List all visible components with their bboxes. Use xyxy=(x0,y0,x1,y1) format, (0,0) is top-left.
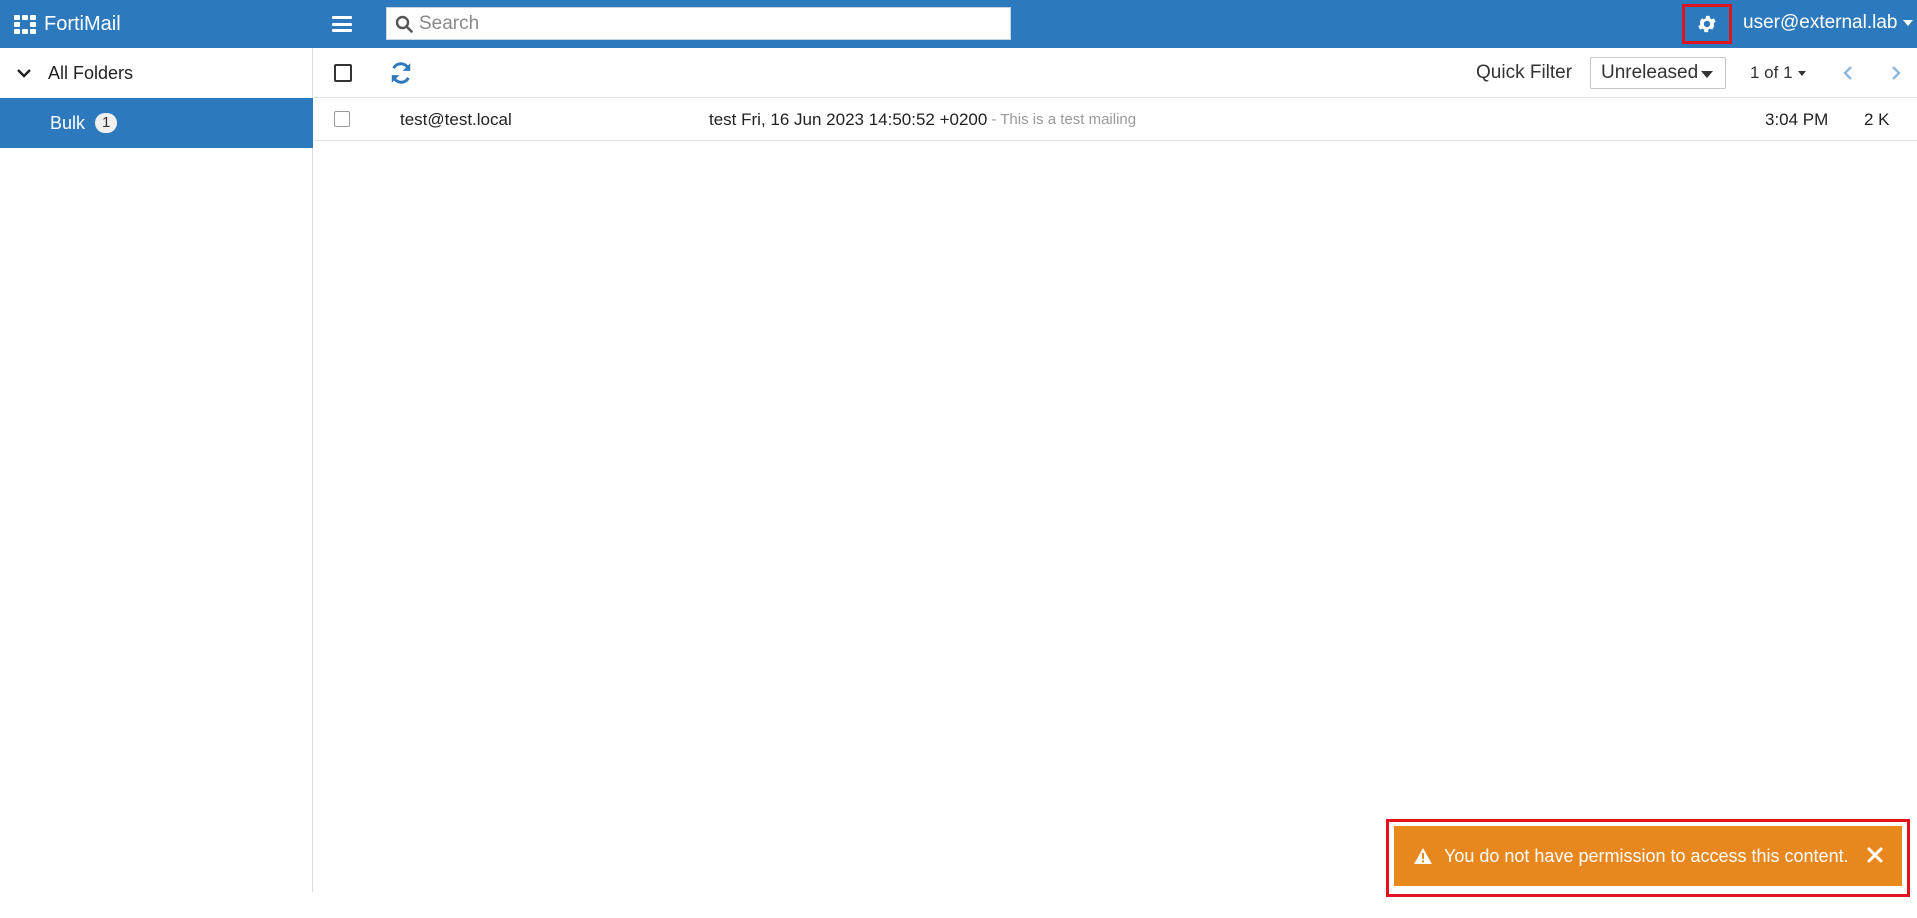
permission-toast: You do not have permission to access thi… xyxy=(1394,826,1902,886)
top-bar: FortiMail user@external.lab xyxy=(0,0,1917,48)
prev-page-icon[interactable] xyxy=(1838,63,1858,83)
app-title: FortiMail xyxy=(44,12,121,35)
chevron-down-icon xyxy=(1903,20,1914,26)
search-input[interactable] xyxy=(419,12,1010,35)
toast-message: You do not have permission to access thi… xyxy=(1444,845,1849,866)
all-folders-toggle[interactable]: All Folders xyxy=(0,48,313,98)
sidebar-item-bulk[interactable]: Bulk 1 xyxy=(0,98,313,148)
quick-filter-select[interactable]: Unreleased xyxy=(1590,57,1726,89)
user-name: user@external.lab xyxy=(1743,12,1898,33)
sidebar-item-label: Bulk xyxy=(50,112,86,133)
page-indicator[interactable]: 1 of 1 xyxy=(1750,48,1806,98)
refresh-icon[interactable] xyxy=(388,60,414,86)
quick-filter-label: Quick Filter xyxy=(1476,62,1573,83)
chevron-down-icon xyxy=(1797,70,1806,76)
message-sender: test@test.local xyxy=(400,109,512,129)
gear-icon xyxy=(1698,15,1716,33)
quick-filter-value: Unreleased xyxy=(1601,62,1699,83)
warning-icon xyxy=(1414,848,1432,864)
search-bar[interactable] xyxy=(386,7,1011,40)
app-grid-icon xyxy=(14,15,36,34)
close-icon[interactable] xyxy=(1864,844,1886,866)
message-size: 2 K xyxy=(1864,109,1890,129)
chevron-down-icon xyxy=(1701,71,1713,78)
message-time: 3:04 PM xyxy=(1765,109,1829,129)
app-brand[interactable]: FortiMail xyxy=(14,0,121,48)
message-subject-text: test Fri, 16 Jun 2023 14:50:52 +0200 xyxy=(709,109,988,129)
next-page-icon[interactable] xyxy=(1886,63,1906,83)
search-icon xyxy=(395,15,413,33)
message-row[interactable]: test@test.local test Fri, 16 Jun 2023 14… xyxy=(314,98,1917,141)
user-menu[interactable]: user@external.lab xyxy=(1743,0,1914,46)
message-preview: - This is a test mailing xyxy=(991,111,1137,128)
menu-toggle-icon[interactable] xyxy=(330,12,354,36)
message-checkbox[interactable] xyxy=(334,111,350,127)
settings-button[interactable] xyxy=(1682,4,1732,44)
page-label: 1 of 1 xyxy=(1750,63,1793,82)
select-all-checkbox[interactable] xyxy=(334,64,352,82)
unread-count-badge: 1 xyxy=(95,113,118,133)
message-toolbar: Quick Filter Unreleased 1 of 1 xyxy=(314,48,1917,98)
all-folders-label: All Folders xyxy=(48,62,134,83)
chevron-down-icon xyxy=(17,69,31,78)
folder-sidebar: All Folders Bulk 1 xyxy=(0,48,313,892)
message-subject: test Fri, 16 Jun 2023 14:50:52 +0200 - T… xyxy=(709,98,1136,141)
